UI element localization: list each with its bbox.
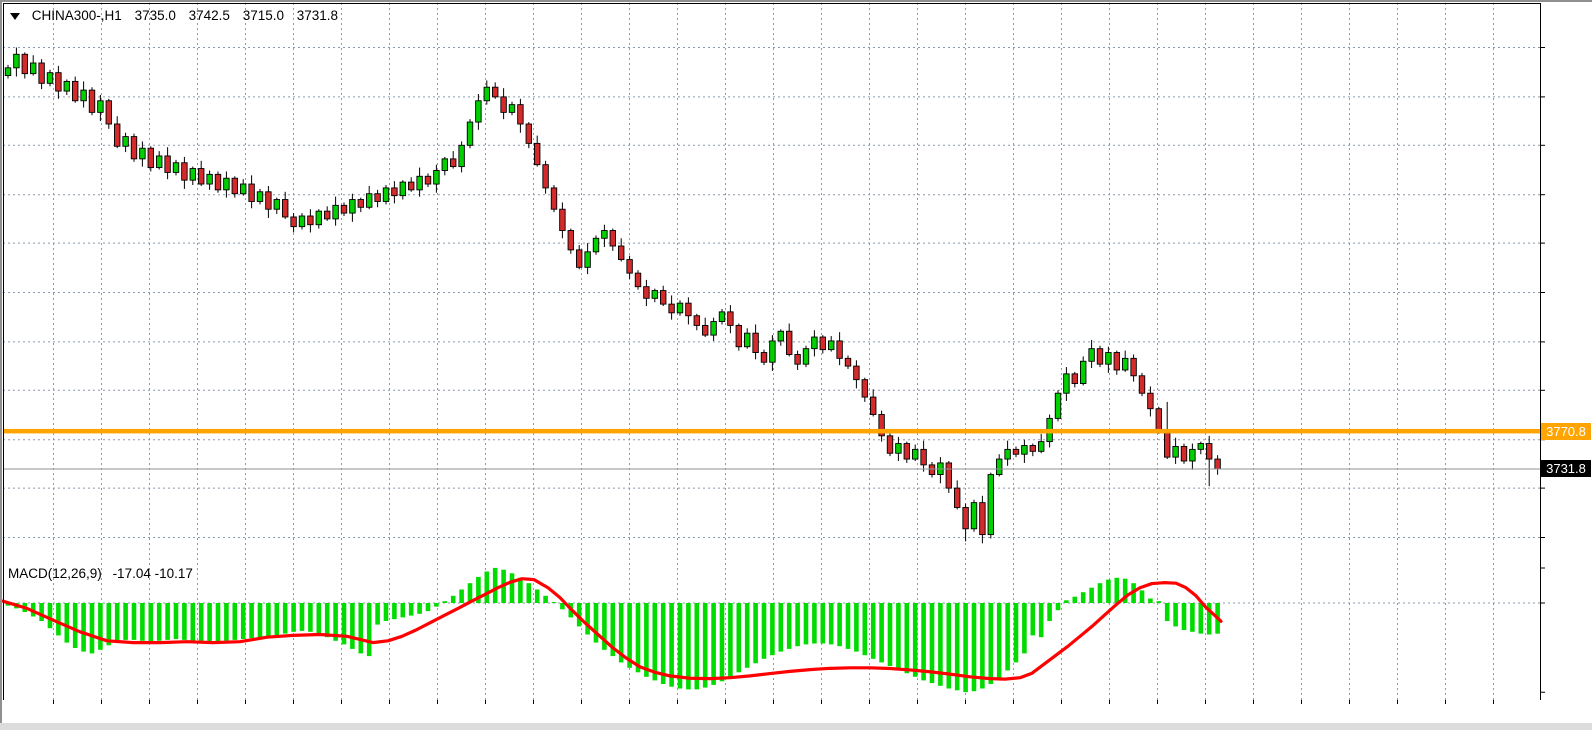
current-price-tag: 3731.8 xyxy=(1541,460,1591,477)
ohlc-close: 3731.8 xyxy=(297,8,338,23)
chart-title: CHINA300-,H1 3735.0 3742.5 3715.0 3731.8 xyxy=(10,8,347,23)
orange-level-price-tag: 3770.8 xyxy=(1541,423,1591,440)
macd-name: MACD(12,26,9) xyxy=(8,566,102,581)
ohlc-high: 3742.5 xyxy=(189,8,230,23)
chart-window: CHINA300-,H1 3735.0 3742.5 3715.0 3731.8… xyxy=(0,0,1592,730)
symbol-period-label: CHINA300-,H1 xyxy=(32,8,122,23)
ohlc-low: 3715.0 xyxy=(243,8,284,23)
symbol-dropdown-icon[interactable] xyxy=(10,13,20,20)
chart-canvas[interactable] xyxy=(0,0,1592,730)
window-edge-left xyxy=(0,0,2,730)
macd-values: -17.04 -10.17 xyxy=(113,566,193,581)
window-edge-bottom xyxy=(0,723,1592,730)
ohlc-open: 3735.0 xyxy=(135,8,176,23)
window-edge-top xyxy=(0,0,1592,2)
macd-indicator-label: MACD(12,26,9) -17.04 -10.17 xyxy=(8,566,200,581)
